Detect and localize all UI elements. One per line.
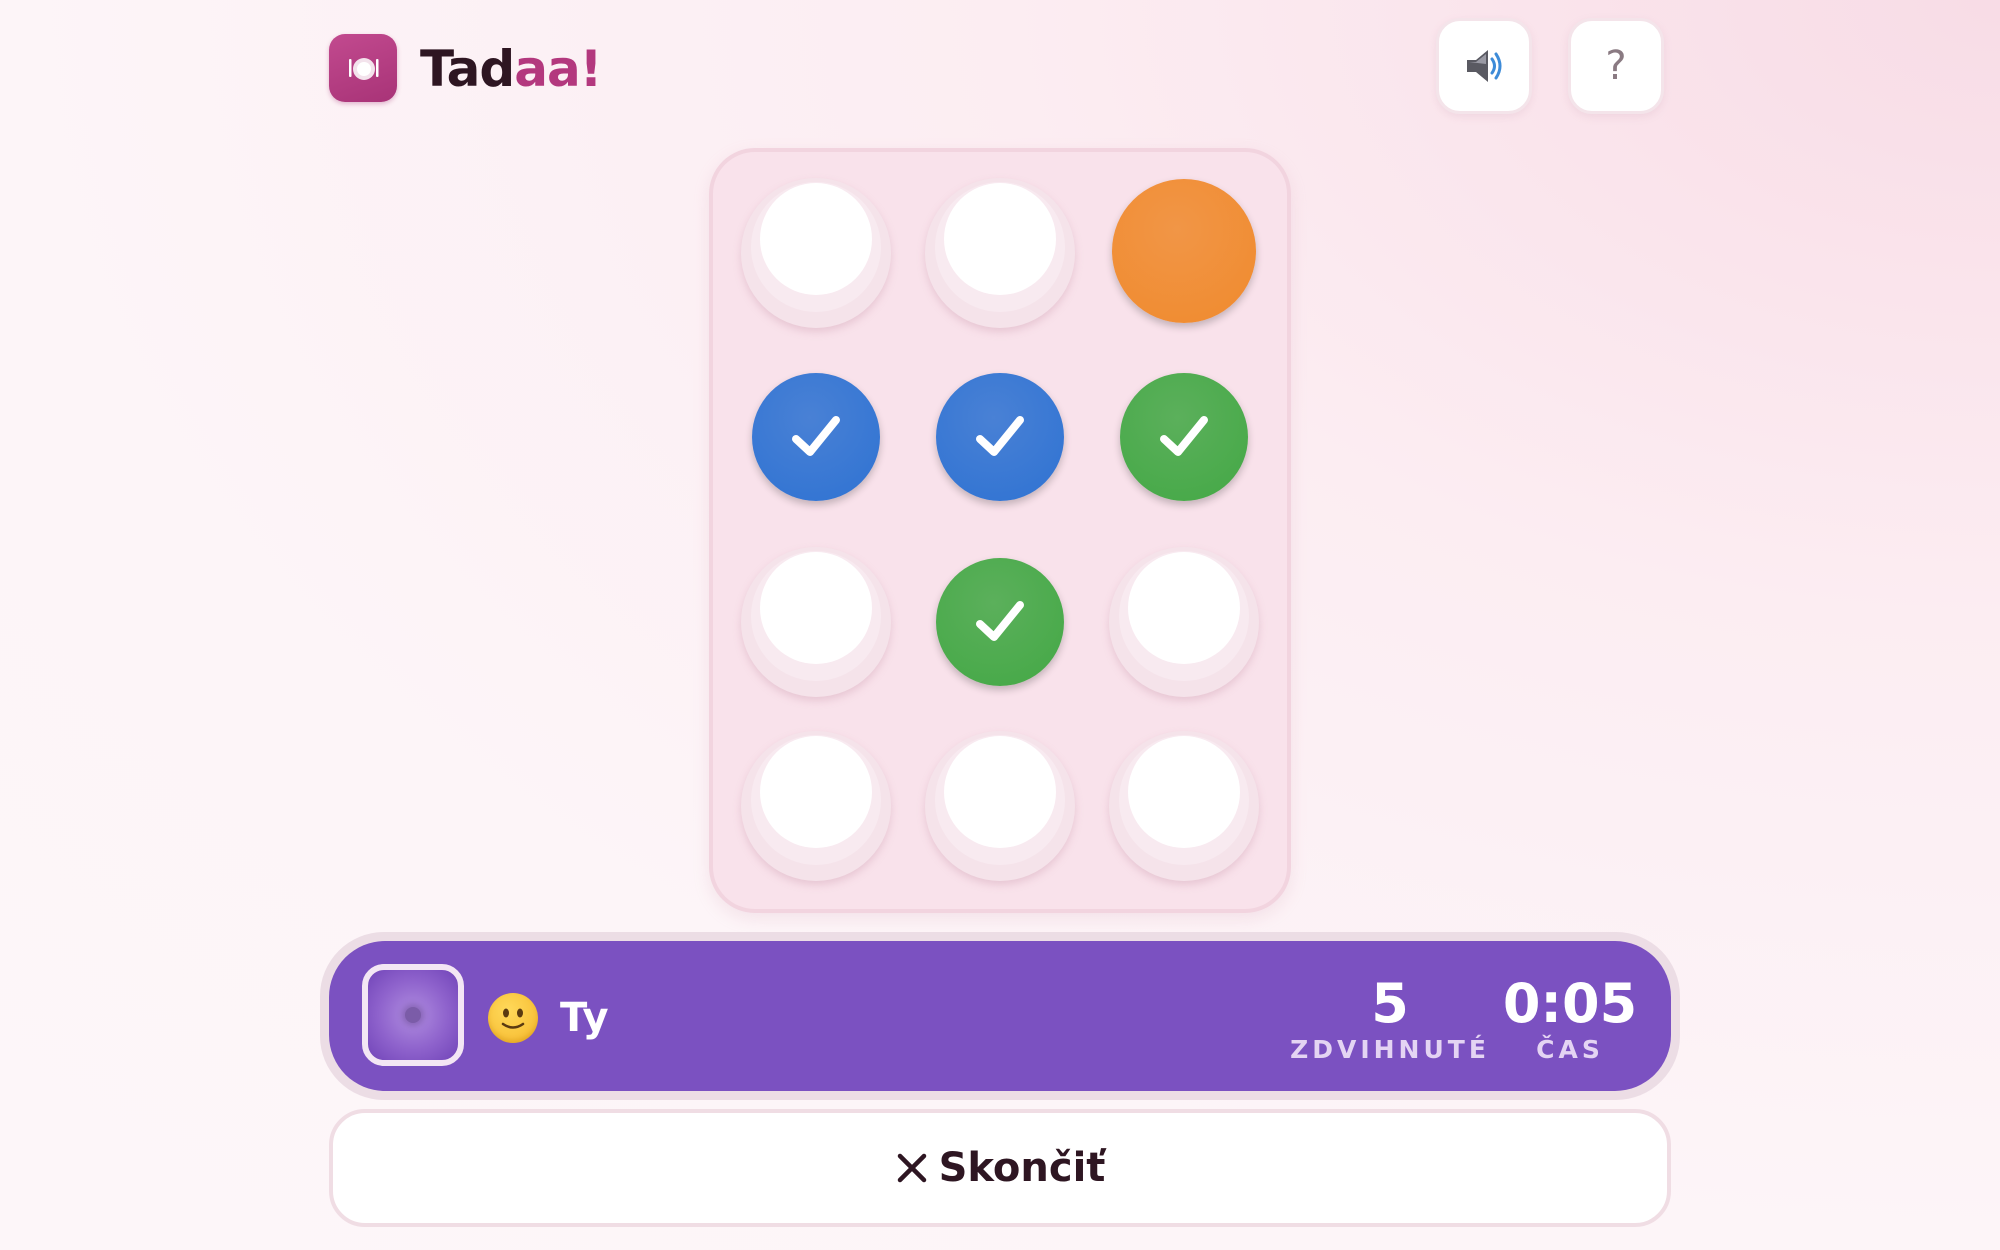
lifted-count: 5 <box>1371 972 1409 1035</box>
player-avatar <box>362 964 464 1066</box>
cup-face-down <box>1109 731 1259 881</box>
cup-face-down <box>925 178 1075 328</box>
smiley-face-icon <box>488 993 538 1043</box>
board-cell[interactable] <box>922 544 1078 700</box>
checkmark-icon <box>792 416 840 456</box>
brand-text-accent: aa! <box>514 40 602 98</box>
sound-button[interactable] <box>1436 18 1532 114</box>
app-title: Tadaa! <box>420 38 603 100</box>
cup-face-down <box>925 731 1075 881</box>
checkmark-icon <box>976 416 1024 456</box>
timer-label: ČAS <box>1536 1035 1604 1064</box>
avatar-dot <box>405 1007 421 1023</box>
speaker-icon <box>1467 50 1502 82</box>
matched-color-disc <box>1120 373 1248 501</box>
close-icon <box>897 1153 926 1183</box>
board-cell[interactable] <box>1106 175 1262 331</box>
board-cell[interactable] <box>738 728 894 884</box>
cup-face-down <box>741 731 891 881</box>
board-cell[interactable] <box>738 175 894 331</box>
checkmark-icon <box>1160 416 1208 456</box>
lifted-label: ZDVIHNUTÉ <box>1290 1035 1490 1064</box>
cup-face-down <box>741 547 891 697</box>
quit-button[interactable]: Skončiť <box>329 1109 1671 1227</box>
board-cell[interactable] <box>922 728 1078 884</box>
brand-text-main: Tad <box>420 40 515 98</box>
board-cell[interactable] <box>738 544 894 700</box>
matched-color-disc <box>936 373 1064 501</box>
board-cell[interactable] <box>922 359 1078 515</box>
board-cell[interactable] <box>922 175 1078 331</box>
board-cell[interactable] <box>738 359 894 515</box>
timer-value: 0:05 <box>1502 972 1638 1035</box>
quit-label: Skončiť <box>938 1145 1106 1191</box>
revealed-color-disc <box>1112 179 1256 323</box>
board-cell[interactable] <box>1106 728 1262 884</box>
player-name: Ty <box>560 995 609 1041</box>
checkmark-icon <box>976 601 1024 641</box>
cup-face-down <box>741 178 891 328</box>
cup-face-down <box>1109 547 1259 697</box>
app-logo <box>329 34 397 102</box>
matched-color-disc <box>752 373 880 501</box>
matched-color-disc <box>936 558 1064 686</box>
board-cell[interactable] <box>1106 544 1262 700</box>
help-icon: ? <box>1605 43 1627 89</box>
help-button[interactable]: ? <box>1568 18 1664 114</box>
board-cell[interactable] <box>1106 359 1262 515</box>
plate-icon <box>349 58 379 80</box>
